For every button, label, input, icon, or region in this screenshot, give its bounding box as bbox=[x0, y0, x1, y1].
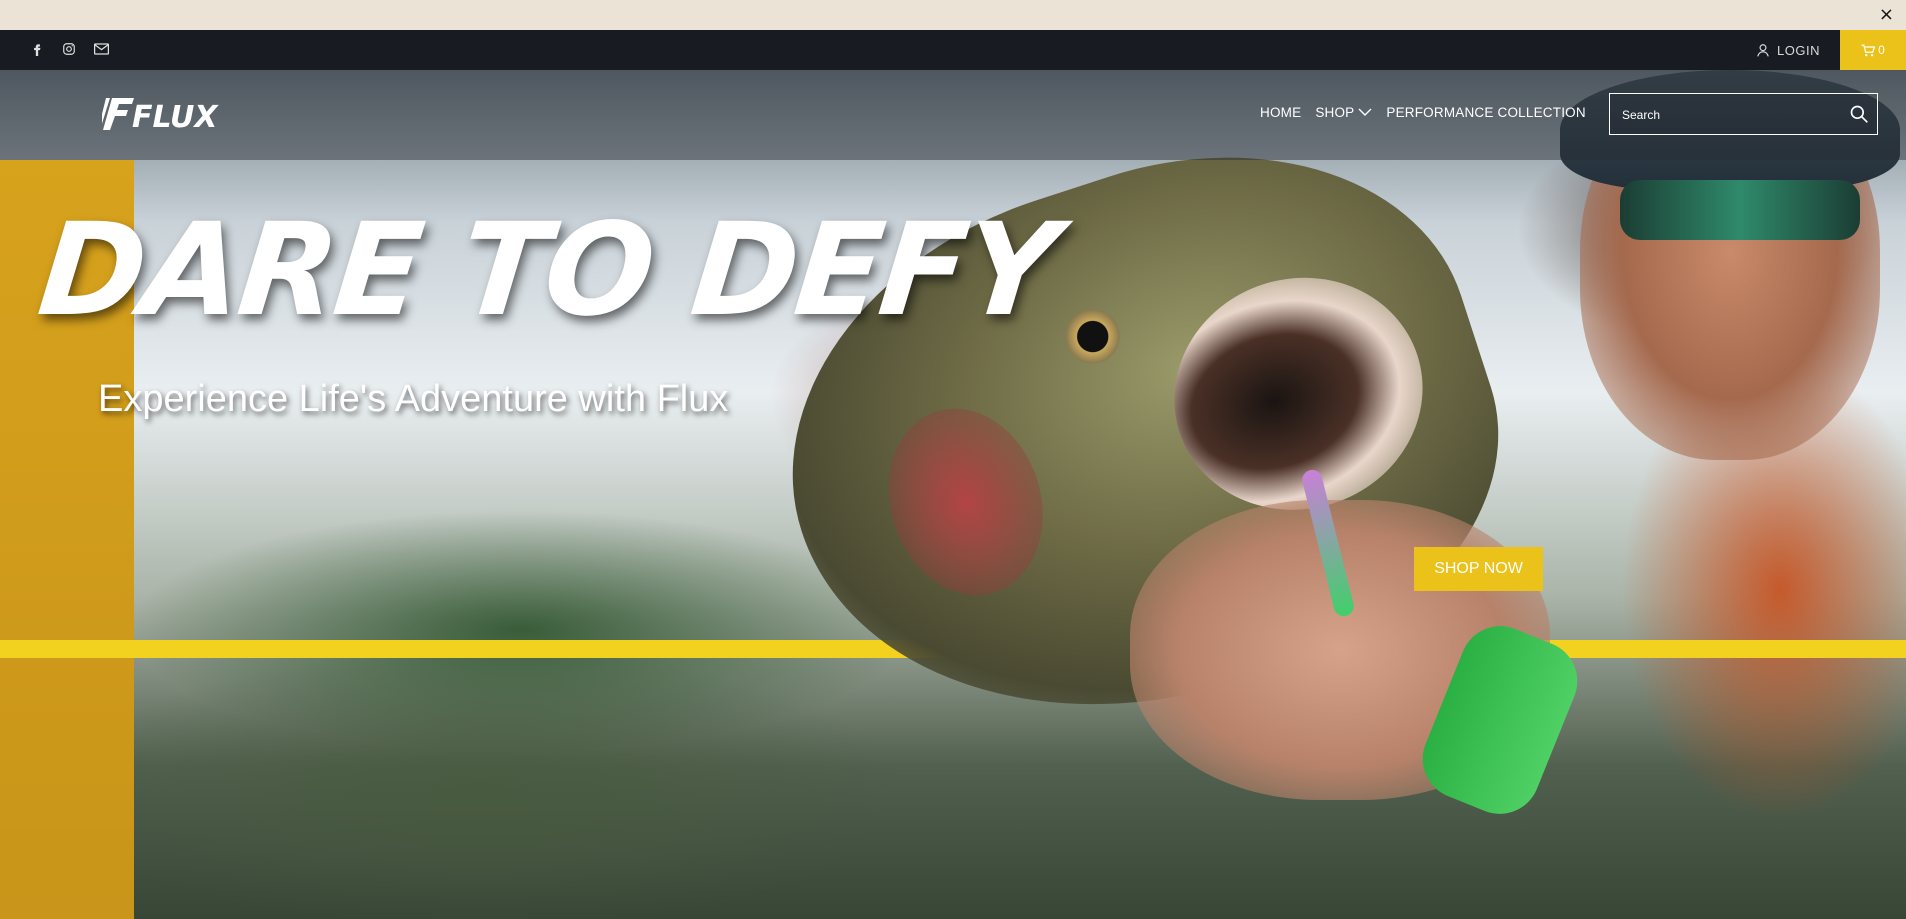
flux-logo[interactable]: FLUX bbox=[98, 96, 222, 135]
angler-sunglasses bbox=[1620, 180, 1860, 240]
chevron-down-icon bbox=[1358, 108, 1372, 116]
shop-now-button[interactable]: SHOP NOW bbox=[1414, 547, 1543, 591]
nav-shop-label: SHOP bbox=[1315, 105, 1355, 120]
email-icon[interactable] bbox=[92, 40, 110, 58]
cart-button[interactable]: 0 bbox=[1840, 30, 1906, 70]
nav-home[interactable]: HOME bbox=[1260, 105, 1301, 120]
search-input[interactable] bbox=[1620, 94, 1844, 136]
close-announcement-button[interactable]: × bbox=[1879, 4, 1894, 26]
trout-gill bbox=[864, 388, 1067, 616]
trout-mouth bbox=[1144, 245, 1453, 542]
cart-icon bbox=[1861, 44, 1876, 56]
login-link[interactable]: LOGIN bbox=[1756, 30, 1820, 70]
main-navigation: HOME SHOP PERFORMANCE COLLECTION bbox=[1260, 105, 1586, 120]
nav-shop[interactable]: SHOP bbox=[1315, 105, 1372, 120]
nav-performance-collection[interactable]: PERFORMANCE COLLECTION bbox=[1386, 105, 1585, 120]
facebook-icon[interactable] bbox=[28, 40, 46, 58]
login-label: LOGIN bbox=[1777, 42, 1820, 58]
search-box bbox=[1609, 93, 1878, 136]
hero-subheadline: Experience Life's Adventure with Flux bbox=[98, 378, 729, 420]
cart-count: 0 bbox=[1878, 43, 1885, 57]
announcement-bar: × bbox=[0, 0, 1906, 30]
instagram-icon[interactable] bbox=[60, 40, 78, 58]
hero-headline: DARE TO DEFY bbox=[32, 196, 1063, 345]
search-icon[interactable] bbox=[1849, 104, 1869, 124]
user-icon bbox=[1757, 44, 1769, 57]
social-links bbox=[28, 40, 110, 58]
utility-bar: LOGIN 0 bbox=[0, 30, 1906, 70]
trout-eye bbox=[1058, 302, 1127, 371]
logo-text: FLUX bbox=[132, 100, 219, 132]
